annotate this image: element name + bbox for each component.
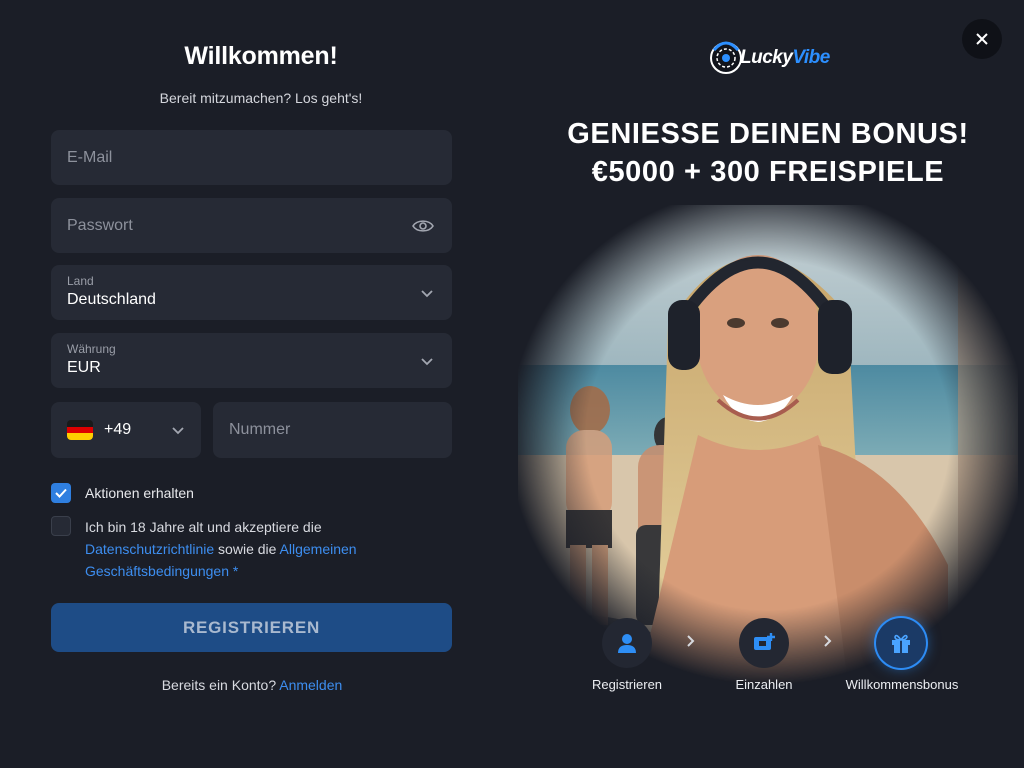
step-register-button[interactable] [602,618,652,668]
step-label-welcome-bonus: Willkommensbonus [845,677,959,692]
terms-text: Ich bin 18 Jahre alt und akzeptiere die … [85,516,405,582]
password-placeholder: Passwort [67,216,133,234]
step-label-register: Registrieren [591,677,663,692]
close-icon [976,33,988,45]
page-subtitle: Bereit mitzumachen? Los geht's! [159,90,363,106]
country-label: Land [67,274,94,288]
phone-country-code-select[interactable]: +49 [51,402,201,458]
bonus-headline-line2: €5000 + 300 FREISPIELE [591,156,945,188]
step-welcome-bonus-button[interactable] [876,618,926,668]
chevron-down-icon [421,357,433,365]
chevron-right-icon [824,635,832,647]
bonus-headline-line1: GENIESSE DEINEN BONUS! [567,118,969,150]
terms-text-before: Ich bin 18 Jahre alt und akzeptiere die [85,519,322,535]
currency-label: Währung [67,342,116,356]
close-button[interactable] [962,19,1002,59]
phone-country-code: +49 [104,421,132,438]
login-prompt-row: Bereits ein Konto? Anmelden [0,677,504,693]
germany-flag-icon [67,420,93,440]
chevron-right-icon [687,635,695,647]
brand-logo-icon [710,41,742,74]
brand-logo-text: LuckyVibe [740,47,830,69]
step-deposit-button[interactable] [739,618,789,668]
chevron-down-icon [172,427,184,435]
privacy-policy-link[interactable]: Datenschutzrichtlinie [85,541,214,557]
promo-image [518,205,1018,685]
promotions-label: Aktionen erhalten [85,485,194,501]
checkmark-icon [55,488,67,498]
page-title: Willkommen! [184,42,338,70]
login-link[interactable]: Anmelden [279,677,342,693]
promo-image-illustration [518,205,1018,685]
email-placeholder: E-Mail [67,148,113,166]
password-field[interactable]: Passwort [51,198,452,253]
register-button[interactable]: REGISTRIEREN [51,603,452,652]
email-field[interactable]: E-Mail [51,130,452,185]
chevron-down-icon [421,289,433,297]
gift-icon [892,634,910,653]
brand-logo-text-lucky: Lucky [740,47,793,68]
terms-checkbox[interactable] [51,516,71,536]
terms-text-middle: sowie die [214,541,280,557]
currency-select[interactable]: Währung EUR [51,333,452,388]
phone-number-placeholder: Nummer [229,421,291,438]
brand-logo: LuckyVibe [710,36,830,78]
country-select[interactable]: Land Deutschland [51,265,452,320]
brand-logo-text-vibe: Vibe [792,47,830,68]
country-value: Deutschland [67,291,156,308]
deposit-card-icon [754,633,775,650]
user-icon [618,634,636,653]
eye-icon[interactable] [412,218,434,234]
promotions-checkbox[interactable] [51,483,71,503]
currency-value: EUR [67,359,101,376]
bonus-headline: GENIESSE DEINEN BONUS! €5000 + 300 FREIS… [512,115,1024,191]
login-prompt: Bereits ein Konto? [161,677,277,693]
registration-form: Willkommen! Bereit mitzumachen? Los geht… [0,0,512,768]
phone-number-field[interactable]: Nummer [213,402,452,458]
step-label-deposit: Einzahlen [735,677,793,692]
